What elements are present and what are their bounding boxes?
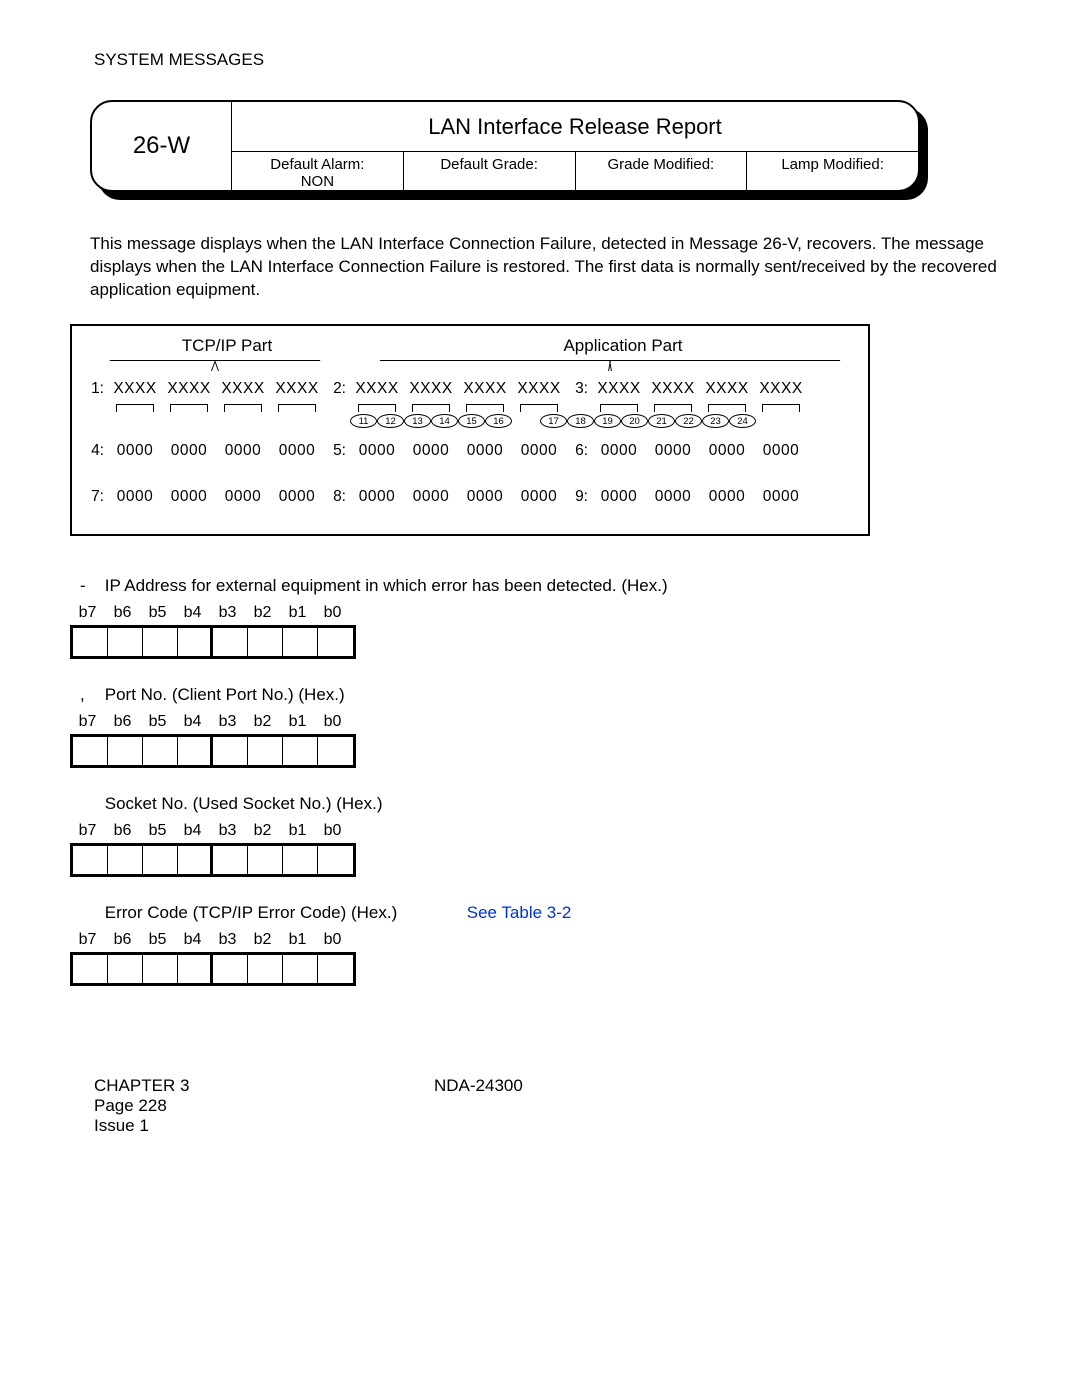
circled-number-icon: 22 bbox=[675, 414, 702, 428]
brace-row bbox=[82, 402, 858, 412]
hdr-cell-value: NON bbox=[301, 173, 334, 190]
hdr-default-grade: Default Grade: bbox=[404, 152, 576, 190]
brace-icon bbox=[110, 360, 320, 374]
circled-number-icon: 23 bbox=[702, 414, 729, 428]
bit-box bbox=[70, 625, 356, 659]
circled-number-icon: 17 bbox=[540, 414, 567, 428]
field-ip-address: - IP Address for external equipment in w… bbox=[70, 576, 1020, 659]
circled-number-icon: 14 bbox=[431, 414, 458, 428]
data-row: 1: XXXX XXXX XXXX XXXX 2: XXXX XXXX XXXX… bbox=[82, 380, 858, 398]
bit-header: b7b6b5b4b3b2b1b0 bbox=[70, 931, 1020, 949]
part-label-tcpip: TCP/IP Part bbox=[112, 336, 342, 356]
hdr-cell-label: Default Alarm: bbox=[270, 156, 364, 173]
footer-page: Page 228 bbox=[94, 1096, 434, 1116]
bit-header: b7b6b5b4b3b2b1b0 bbox=[70, 713, 1020, 731]
circled-numbers: 111213141516 1718192021222324 bbox=[350, 414, 858, 428]
hdr-grade-modified: Grade Modified: bbox=[576, 152, 748, 190]
field-label: Port No. (Client Port No.) (Hex.) bbox=[105, 685, 345, 704]
message-title: LAN Interface Release Report bbox=[232, 102, 918, 152]
hdr-default-alarm: Default Alarm: NON bbox=[232, 152, 404, 190]
bit-box bbox=[70, 843, 356, 877]
bit-header: b7b6b5b4b3b2b1b0 bbox=[70, 822, 1020, 840]
circled-number-icon: 15 bbox=[458, 414, 485, 428]
field-error-code: Error Code (TCP/IP Error Code) (Hex.) Se… bbox=[70, 903, 1020, 986]
circled-number-icon: 11 bbox=[350, 414, 377, 428]
circled-number-icon: 16 bbox=[485, 414, 512, 428]
circled-number-icon: 21 bbox=[648, 414, 675, 428]
data-block: TCP/IP Part Application Part 1: XXXX XXX… bbox=[70, 324, 870, 536]
footer-chapter: CHAPTER 3 bbox=[94, 1076, 434, 1096]
see-table-link[interactable]: See Table 3-2 bbox=[467, 903, 572, 922]
message-header-box: 26-W LAN Interface Release Report Defaul… bbox=[90, 100, 1020, 205]
page-footer: CHAPTER 3 Page 228 Issue 1 NDA-24300 bbox=[94, 1076, 1020, 1136]
circled-number-icon: 19 bbox=[594, 414, 621, 428]
circled-number-icon: 20 bbox=[621, 414, 648, 428]
circled-number-icon: 24 bbox=[729, 414, 756, 428]
data-row: 4: 0000000000000000 5: 0000000000000000 … bbox=[82, 442, 858, 460]
circled-number-icon: 18 bbox=[567, 414, 594, 428]
circled-number-icon: 13 bbox=[404, 414, 431, 428]
bit-box bbox=[70, 734, 356, 768]
section-heading: SYSTEM MESSAGES bbox=[94, 50, 1020, 70]
field-label: Error Code (TCP/IP Error Code) (Hex.) bbox=[105, 903, 398, 922]
part-label-application: Application Part bbox=[388, 336, 858, 356]
field-port-no: , Port No. (Client Port No.) (Hex.) b7b6… bbox=[70, 685, 1020, 768]
data-row: 7: 0000000000000000 8: 0000000000000000 … bbox=[82, 488, 858, 506]
field-socket-no: Socket No. (Used Socket No.) (Hex.) b7b6… bbox=[70, 794, 1020, 877]
message-code: 26-W bbox=[92, 102, 232, 190]
bit-header: b7b6b5b4b3b2b1b0 bbox=[70, 604, 1020, 622]
footer-issue: Issue 1 bbox=[94, 1116, 434, 1136]
brace-icon bbox=[380, 360, 840, 374]
circled-number-icon: 12 bbox=[377, 414, 404, 428]
field-label: Socket No. (Used Socket No.) (Hex.) bbox=[105, 794, 383, 813]
description-paragraph: This message displays when the LAN Inter… bbox=[90, 233, 1020, 302]
hdr-lamp-modified: Lamp Modified: bbox=[747, 152, 918, 190]
field-label: IP Address for external equipment in whi… bbox=[105, 576, 668, 595]
footer-docnum: NDA-24300 bbox=[434, 1076, 523, 1136]
bit-box bbox=[70, 952, 356, 986]
